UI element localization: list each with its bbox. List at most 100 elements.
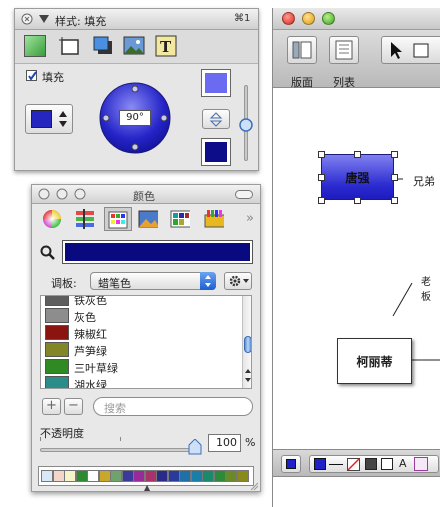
selection-handle[interactable] <box>318 174 325 181</box>
text-tool[interactable]: A <box>399 457 407 470</box>
search-field[interactable]: 搜索 <box>93 397 253 416</box>
layout-view-button[interactable] <box>287 36 317 64</box>
close-icon[interactable] <box>21 13 33 25</box>
palette-swatch[interactable] <box>121 470 134 482</box>
shadow-tab-icon[interactable] <box>92 35 114 57</box>
list-item[interactable]: 湖水绿 <box>41 375 237 388</box>
crayon-box-icon[interactable] <box>204 209 224 229</box>
palette-swatch[interactable] <box>52 470 65 482</box>
palette-swatch[interactable] <box>144 470 157 482</box>
list-item[interactable]: 铁灰色 <box>41 296 237 307</box>
swatch-drawer-handle[interactable]: ▲ <box>144 483 150 492</box>
palette-action-menu[interactable] <box>224 272 252 290</box>
selection-handle[interactable] <box>354 151 361 158</box>
palette-swatch[interactable] <box>213 470 226 482</box>
list-item[interactable]: 三叶草绿 <box>41 358 237 375</box>
image-tab-icon[interactable] <box>123 35 145 57</box>
list-swatch <box>45 359 69 374</box>
close-button[interactable] <box>282 12 295 25</box>
scroll-arrows-icon[interactable] <box>243 366 252 386</box>
tool-group <box>381 36 440 64</box>
palette-swatch[interactable] <box>202 470 214 482</box>
stroke-tab-icon[interactable] <box>59 35 81 57</box>
zoom-button[interactable] <box>322 12 335 25</box>
selection-handle[interactable] <box>391 174 398 181</box>
gradient-start-well[interactable] <box>201 69 231 97</box>
scroll-thumb[interactable] <box>244 336 251 353</box>
no-stroke-icon[interactable] <box>347 458 360 471</box>
minimize-button[interactable] <box>302 12 315 25</box>
resize-grip-icon[interactable] <box>249 481 259 491</box>
node-tang[interactable]: 唐强 <box>321 154 394 200</box>
selection-handle[interactable] <box>354 197 361 204</box>
palette-swatch[interactable] <box>156 470 168 482</box>
add-color-button[interactable]: + <box>42 398 61 415</box>
shape-tool-icon[interactable] <box>412 42 432 60</box>
palette-swatch[interactable] <box>133 470 145 482</box>
palette-select[interactable]: 蜡笔色 <box>90 272 216 290</box>
list-swatch <box>45 376 69 388</box>
fill-color-swatch <box>31 110 52 128</box>
crayons-grid-icon[interactable] <box>170 209 190 229</box>
fill-checkbox[interactable] <box>26 70 37 81</box>
more-tabs-icon[interactable]: » <box>246 211 254 226</box>
opacity-slider-knob[interactable] <box>188 439 202 455</box>
palette-label: 调板: <box>51 277 77 290</box>
swap-colors-button[interactable] <box>202 109 230 129</box>
color-sliders-icon[interactable] <box>75 209 95 229</box>
list-scrollbar[interactable] <box>242 296 252 388</box>
slider-knob[interactable] <box>239 118 253 132</box>
palette-swatch[interactable] <box>41 470 53 482</box>
list-item[interactable]: 辣椒红 <box>41 324 237 341</box>
palette-swatch[interactable] <box>98 470 111 482</box>
fill-color-popup[interactable] <box>25 104 73 134</box>
palette-swatch[interactable] <box>179 470 191 482</box>
gradient-end-well[interactable] <box>201 138 231 166</box>
list-swatch <box>45 342 69 357</box>
pointer-tool-icon[interactable] <box>388 41 404 61</box>
node-ke[interactable]: 柯丽蒂 <box>337 338 412 384</box>
selection-handle[interactable] <box>318 151 325 158</box>
angle-field[interactable]: 90° <box>119 110 151 126</box>
opacity-field[interactable]: 100 <box>208 434 241 452</box>
current-color-well[interactable] <box>62 240 253 264</box>
palette-swatch[interactable] <box>167 470 180 482</box>
color-wheel-icon[interactable] <box>42 209 62 229</box>
layout-label: 版面 <box>291 76 313 89</box>
list-swatch <box>45 325 69 340</box>
list-item[interactable]: 灰色 <box>41 307 237 324</box>
palette-swatch[interactable] <box>87 470 99 482</box>
disclosure-triangle-icon[interactable] <box>39 15 49 24</box>
line-icon[interactable] <box>329 464 343 465</box>
remove-color-button[interactable]: − <box>64 398 83 415</box>
text-tab-icon[interactable]: T <box>155 35 177 57</box>
selection-handle[interactable] <box>391 151 398 158</box>
search-placeholder: 搜索 <box>104 402 126 415</box>
text-box-icon[interactable] <box>414 457 428 471</box>
slider-tick <box>120 437 121 441</box>
toolbar-toggle-button[interactable] <box>235 190 253 199</box>
palette-swatch[interactable] <box>225 470 237 482</box>
shape-icon[interactable] <box>381 458 393 470</box>
shadow-icon[interactable] <box>365 458 377 470</box>
window-buttons-icon[interactable] <box>38 188 88 201</box>
layout-view-icon <box>292 41 312 59</box>
list-view-button[interactable] <box>329 36 359 64</box>
color-swatch[interactable] <box>314 458 326 470</box>
color-palettes-tab[interactable] <box>104 207 132 231</box>
fill-style-button[interactable] <box>281 455 301 473</box>
palette-swatch[interactable] <box>236 470 249 482</box>
image-palettes-icon[interactable] <box>138 209 158 229</box>
palette-swatch[interactable] <box>110 470 122 482</box>
opacity-slider-track[interactable] <box>40 448 200 452</box>
palette-swatch[interactable] <box>75 470 88 482</box>
selection-handle[interactable] <box>318 197 325 204</box>
fill-tab-icon[interactable] <box>24 35 46 57</box>
selection-handle[interactable] <box>391 197 398 204</box>
checkmark-icon <box>28 71 37 81</box>
magnifier-icon[interactable] <box>40 245 56 261</box>
list-swatch <box>45 308 69 323</box>
palette-swatch[interactable] <box>64 470 76 482</box>
palette-swatch[interactable] <box>190 470 203 482</box>
list-item[interactable]: 芦笋绿 <box>41 341 237 358</box>
